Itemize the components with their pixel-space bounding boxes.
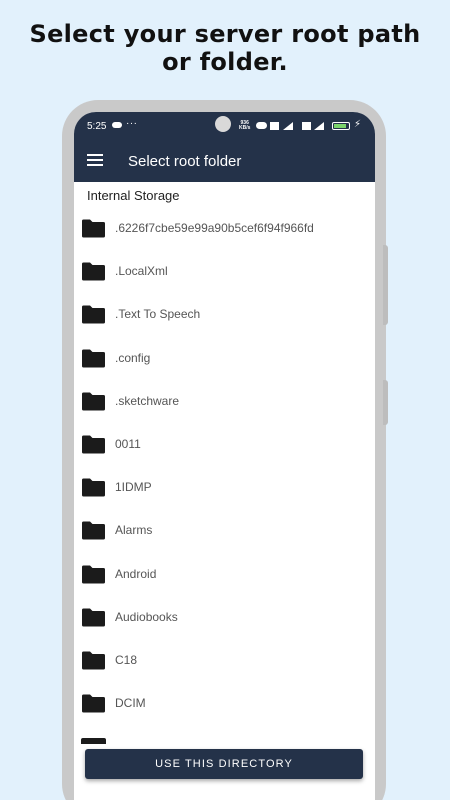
folder-row[interactable]: Android bbox=[74, 553, 375, 596]
folder-row[interactable]: .LocalXml bbox=[74, 250, 375, 293]
storage-label: Internal Storage bbox=[87, 188, 180, 203]
status-bar: 5:25 ··· 936 KB/s ⚡ bbox=[74, 112, 375, 142]
folder-icon bbox=[81, 651, 106, 670]
folder-icon bbox=[81, 349, 106, 368]
folder-row[interactable]: Audiobooks bbox=[74, 596, 375, 639]
folder-name: .LocalXml bbox=[115, 264, 168, 279]
folder-row[interactable]: .sketchware bbox=[74, 380, 375, 423]
folder-icon bbox=[81, 608, 106, 627]
folder-row[interactable]: .config bbox=[74, 337, 375, 380]
phone-side-button bbox=[383, 245, 388, 325]
volte-icon bbox=[270, 122, 279, 130]
folder-icon bbox=[81, 738, 106, 744]
signal-icon bbox=[283, 122, 293, 130]
folder-name: DCIM bbox=[115, 696, 146, 711]
folder-name: 0011 bbox=[115, 436, 141, 451]
folder-row[interactable]: .6226f7cbe59e99a90b5cef6f94f966fd bbox=[74, 207, 375, 250]
folder-list: .6226f7cbe59e99a90b5cef6f94f966fd .LocalX… bbox=[74, 207, 375, 725]
app-bar: Select root folder bbox=[74, 142, 375, 182]
folder-icon bbox=[81, 565, 106, 584]
more-notifications-icon: ··· bbox=[126, 118, 138, 129]
folder-icon bbox=[81, 392, 106, 411]
net-speed-indicator: 936 KB/s bbox=[239, 121, 250, 131]
folder-icon bbox=[81, 305, 106, 324]
folder-name: C18 bbox=[115, 652, 138, 667]
folder-name: .config bbox=[115, 350, 151, 365]
battery-level bbox=[334, 124, 346, 128]
headline-line-1: Select your server root path bbox=[29, 20, 421, 48]
status-time: 5:25 bbox=[87, 121, 107, 132]
signal-icon bbox=[314, 122, 324, 130]
headline: Select your server root path or folder. bbox=[0, 20, 450, 76]
hamburger-menu-icon[interactable] bbox=[87, 154, 103, 166]
folder-name: Alarms bbox=[115, 523, 153, 538]
use-this-directory-button[interactable]: USE THIS DIRECTORY bbox=[85, 749, 363, 779]
folder-row[interactable]: C18 bbox=[74, 639, 375, 682]
folder-icon bbox=[81, 262, 106, 281]
folder-name: Audiobooks bbox=[115, 609, 178, 624]
folder-icon bbox=[81, 521, 106, 540]
folder-icon bbox=[81, 694, 106, 713]
battery-icon bbox=[332, 122, 350, 130]
folder-row[interactable]: DCIM bbox=[74, 682, 375, 725]
cloud-icon bbox=[112, 122, 122, 128]
link-icon bbox=[256, 122, 267, 129]
charging-icon: ⚡ bbox=[354, 119, 362, 130]
folder-name: .sketchware bbox=[115, 393, 180, 408]
volte-icon bbox=[302, 122, 311, 130]
folder-name: .6226f7cbe59e99a90b5cef6f94f966fd bbox=[115, 221, 314, 235]
net-speed-unit: KB/s bbox=[239, 125, 251, 131]
app-bar-title: Select root folder bbox=[128, 153, 242, 170]
folder-icon bbox=[81, 478, 106, 497]
phone-side-button bbox=[383, 380, 388, 425]
folder-icon bbox=[81, 435, 106, 454]
folder-name: 1IDMP bbox=[115, 480, 152, 495]
folder-row[interactable]: 1IDMP bbox=[74, 466, 375, 509]
folder-row[interactable]: .Text To Speech bbox=[74, 293, 375, 336]
folder-icon bbox=[81, 219, 106, 238]
camera-cutout bbox=[215, 116, 231, 132]
folder-row[interactable]: 0011 bbox=[74, 423, 375, 466]
phone-screen: 5:25 ··· 936 KB/s ⚡ Select root folder I… bbox=[74, 112, 375, 800]
folder-name: Android bbox=[115, 566, 157, 581]
headline-line-2: or folder. bbox=[162, 48, 288, 76]
folder-row[interactable]: Alarms bbox=[74, 509, 375, 552]
folder-name: .Text To Speech bbox=[115, 307, 201, 322]
